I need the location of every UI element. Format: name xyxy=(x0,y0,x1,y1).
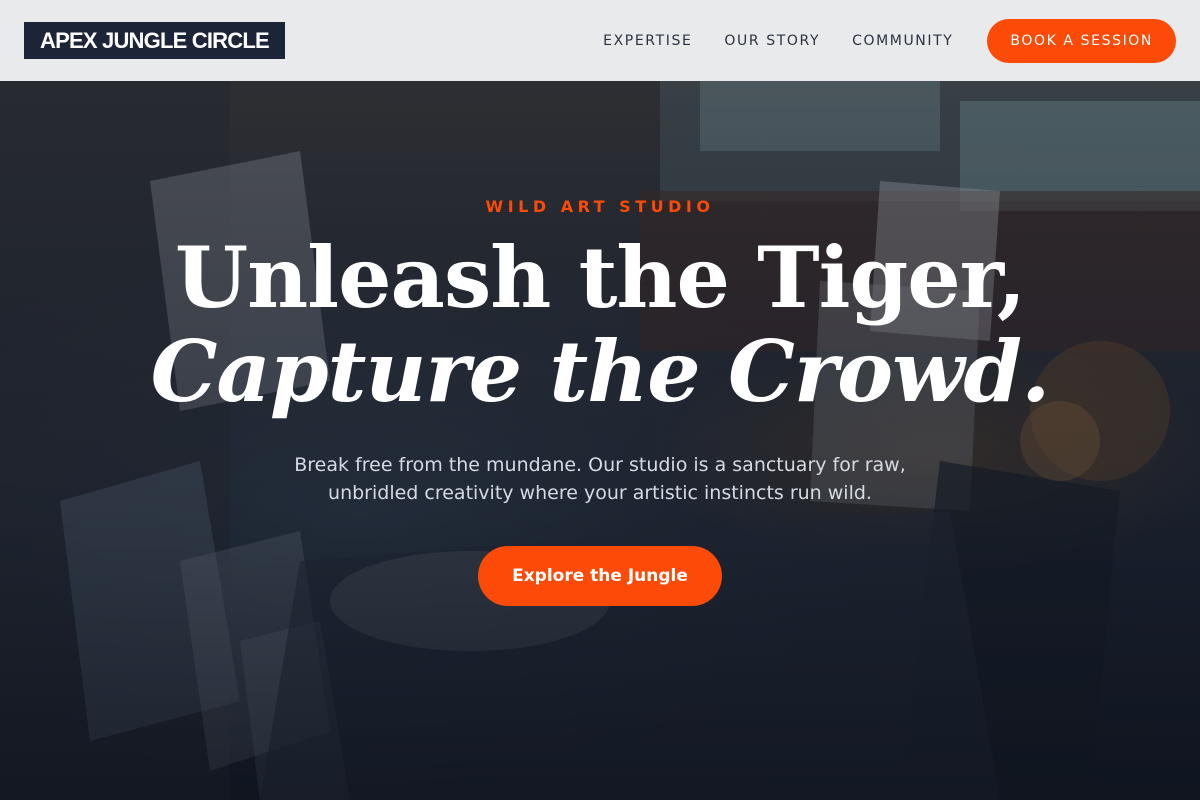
hero-dark-overlay xyxy=(0,81,1200,800)
nav-link-community[interactable]: COMMUNITY xyxy=(852,33,953,49)
main-nav: EXPERTISE OUR STORY COMMUNITY BOOK A SES… xyxy=(603,18,1176,63)
explore-jungle-button[interactable]: Explore the Jungle xyxy=(478,546,722,606)
hero-eyebrow: WILD ART STUDIO xyxy=(485,197,715,216)
site-logo[interactable]: APEX JUNGLE CIRCLE xyxy=(24,22,285,59)
headline-line-1: Unleash the Tiger, xyxy=(174,228,1026,327)
nav-link-our-story[interactable]: OUR STORY xyxy=(724,33,820,49)
hero-section: WILD ART STUDIO Unleash the Tiger, Captu… xyxy=(0,81,1200,800)
headline-line-2: Capture the Crowd. xyxy=(150,322,1051,421)
nav-link-expertise[interactable]: EXPERTISE xyxy=(603,33,692,49)
book-session-button[interactable]: BOOK A SESSION xyxy=(987,18,1176,63)
hero-subtext: Break free from the mundane. Our studio … xyxy=(294,454,906,504)
site-header: APEX JUNGLE CIRCLE EXPERTISE OUR STORY C… xyxy=(0,0,1200,81)
hero-headline: Unleash the Tiger, Capture the Crowd. xyxy=(0,231,1200,419)
